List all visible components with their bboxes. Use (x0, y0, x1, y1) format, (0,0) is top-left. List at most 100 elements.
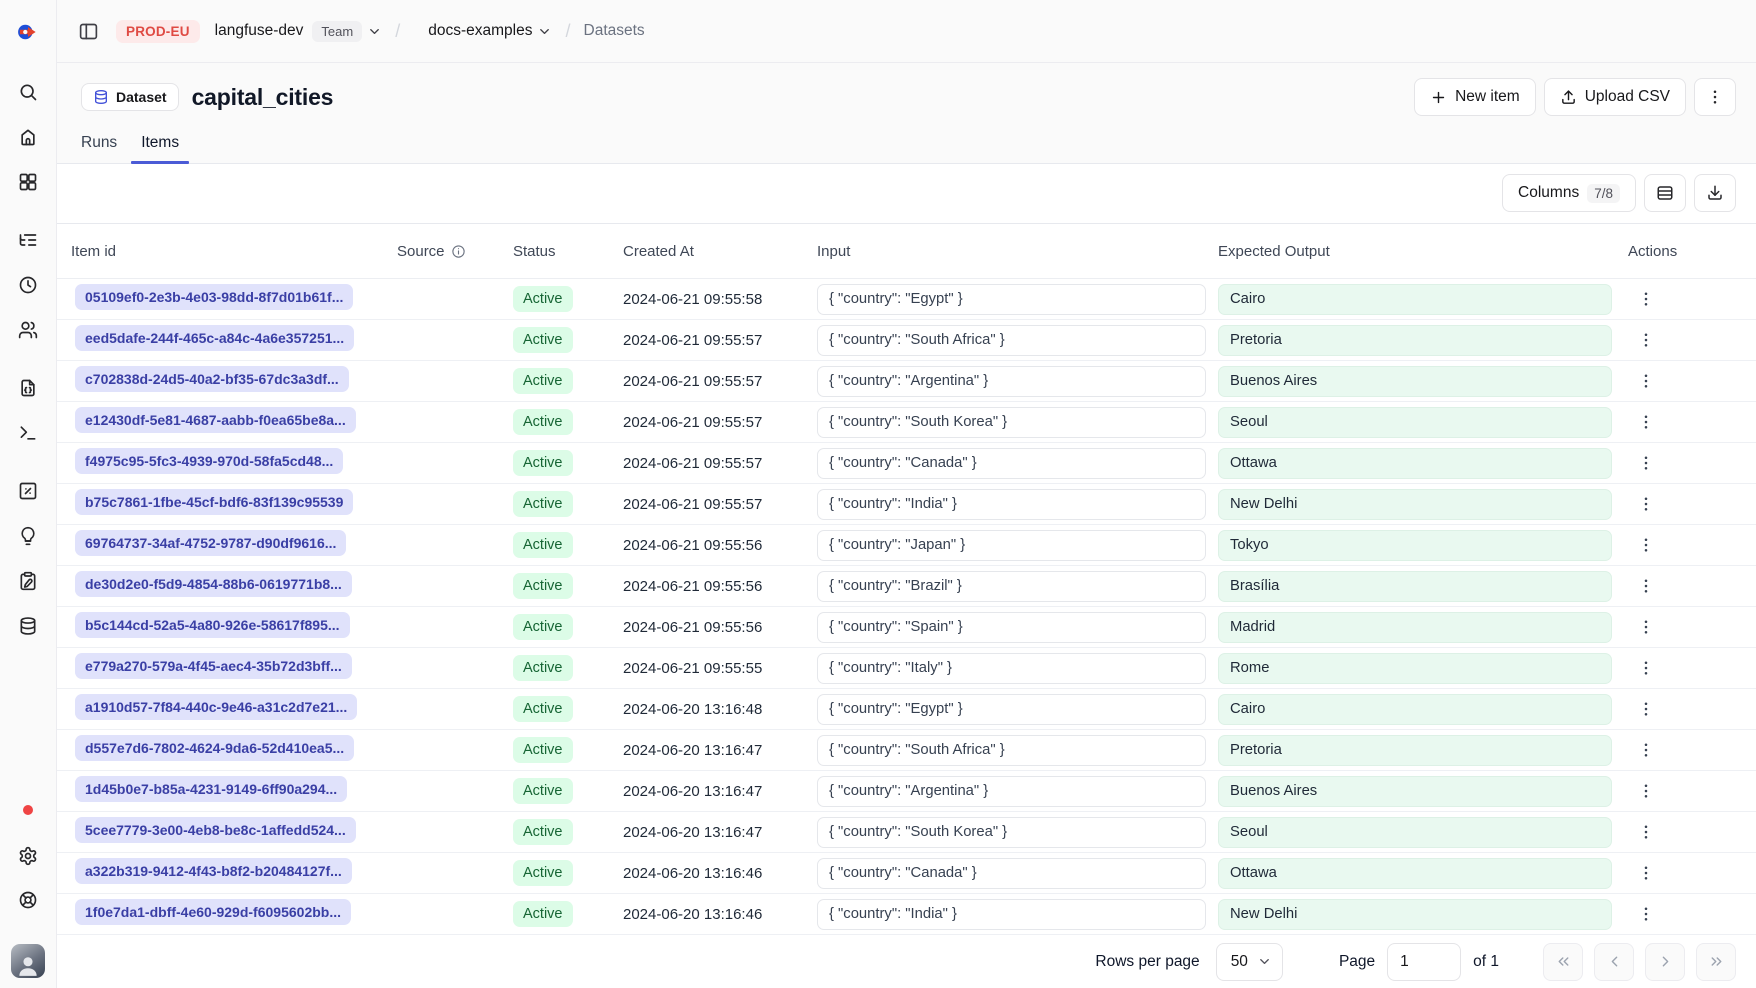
input-cell[interactable]: { "country": "Canada" } (817, 448, 1206, 479)
first-page-button[interactable] (1543, 943, 1583, 981)
sidebar-item-terminal[interactable] (10, 415, 46, 451)
item-id-link[interactable]: a322b319-9412-4f43-b8f2-b20484127f... (75, 858, 352, 884)
expected-output-cell[interactable]: Tokyo (1218, 530, 1612, 561)
item-id-link[interactable]: d557e7d6-7802-4624-9da6-52d410ea5... (75, 735, 354, 761)
new-item-button[interactable]: New item (1414, 78, 1536, 116)
expected-output-cell[interactable]: Ottawa (1218, 448, 1612, 479)
expected-output-cell[interactable]: Buenos Aires (1218, 776, 1612, 807)
col-source[interactable]: Source (397, 243, 513, 260)
input-cell[interactable]: { "country": "South Korea" } (817, 817, 1206, 848)
tab-items[interactable]: Items (131, 125, 189, 163)
item-id-link[interactable]: b5c144cd-52a5-4a80-926e-58617f895... (75, 612, 350, 638)
item-id-link[interactable]: 1d45b0e7-b85a-4231-9149-6ff90a294... (75, 776, 347, 802)
col-status[interactable]: Status (513, 243, 623, 260)
sidebar-item-file-json[interactable] (10, 370, 46, 406)
upload-csv-button[interactable]: Upload CSV (1544, 78, 1686, 116)
input-cell[interactable]: { "country": "India" } (817, 489, 1206, 520)
row-actions-button[interactable] (1628, 406, 1664, 438)
user-avatar[interactable] (11, 944, 45, 978)
sidebar-item-database[interactable] (10, 608, 46, 644)
input-cell[interactable]: { "country": "South Korea" } (817, 407, 1206, 438)
expected-output-cell[interactable]: Cairo (1218, 284, 1612, 315)
sidebar-item-home[interactable] (10, 119, 46, 155)
item-id-link[interactable]: 69764737-34af-4752-9787-d90df9616... (75, 530, 346, 556)
item-id-link[interactable]: a1910d57-7f84-440c-9e46-a31c2d7e21... (75, 694, 357, 720)
item-id-link[interactable]: de30d2e0-f5d9-4854-88b6-0619771b8... (75, 571, 352, 597)
input-cell[interactable]: { "country": "Spain" } (817, 612, 1206, 643)
sidebar-item-users[interactable] (10, 312, 46, 348)
expected-output-cell[interactable]: Brasília (1218, 571, 1612, 602)
sidebar-item-lightbulb[interactable] (10, 518, 46, 554)
row-actions-button[interactable] (1628, 734, 1664, 766)
row-actions-button[interactable] (1628, 816, 1664, 848)
sidebar-item-layout-grid[interactable] (10, 164, 46, 200)
export-button[interactable] (1694, 174, 1736, 212)
expected-output-cell[interactable]: Rome (1218, 653, 1612, 684)
page-number-input[interactable] (1387, 943, 1461, 981)
item-id-link[interactable]: e779a270-579a-4f45-aec4-35b72d3bff... (75, 653, 352, 679)
input-cell[interactable]: { "country": "Argentina" } (817, 366, 1206, 397)
expected-output-cell[interactable]: Seoul (1218, 817, 1612, 848)
col-item-id[interactable]: Item id (71, 243, 397, 260)
row-actions-button[interactable] (1628, 857, 1664, 889)
input-cell[interactable]: { "country": "South Africa" } (817, 325, 1206, 356)
row-actions-button[interactable] (1628, 283, 1664, 315)
sidebar-item-support[interactable] (10, 882, 46, 918)
input-cell[interactable]: { "country": "Brazil" } (817, 571, 1206, 602)
previous-page-button[interactable] (1594, 943, 1634, 981)
tab-runs[interactable]: Runs (71, 125, 127, 163)
expected-output-cell[interactable]: New Delhi (1218, 899, 1612, 930)
sidebar-item-clipboard-pen[interactable] (10, 563, 46, 599)
input-cell[interactable]: { "country": "Argentina" } (817, 776, 1206, 807)
input-cell[interactable]: { "country": "Japan" } (817, 530, 1206, 561)
input-cell[interactable]: { "country": "South Africa" } (817, 735, 1206, 766)
item-id-link[interactable]: 5cee7779-3e00-4eb8-be8c-1affedd524... (75, 817, 356, 843)
input-cell[interactable]: { "country": "India" } (817, 899, 1206, 930)
item-id-link[interactable]: f4975c95-5fc3-4939-970d-58fa5cd48... (75, 448, 343, 474)
row-actions-button[interactable] (1628, 775, 1664, 807)
input-cell[interactable]: { "country": "Egypt" } (817, 694, 1206, 725)
expected-output-cell[interactable]: Madrid (1218, 612, 1612, 643)
rows-per-page-select[interactable]: 50 (1216, 943, 1283, 981)
item-id-link[interactable]: b75c7861-1fbe-45cf-bdf6-83f139c95539 (75, 489, 353, 515)
sidebar-item-list-tree[interactable] (10, 222, 46, 258)
expected-output-cell[interactable]: Buenos Aires (1218, 366, 1612, 397)
project-switcher-chevron[interactable] (537, 24, 552, 39)
col-expected-output[interactable]: Expected Output (1218, 243, 1620, 260)
sidebar-item-square-percent[interactable] (10, 473, 46, 509)
row-actions-button[interactable] (1628, 898, 1664, 930)
columns-button[interactable]: Columns 7/8 (1502, 174, 1636, 212)
langfuse-logo[interactable] (0, 0, 56, 63)
input-cell[interactable]: { "country": "Italy" } (817, 653, 1206, 684)
sidebar-item-settings[interactable] (10, 838, 46, 874)
last-page-button[interactable] (1696, 943, 1736, 981)
input-cell[interactable]: { "country": "Canada" } (817, 858, 1206, 889)
col-created-at[interactable]: Created At (623, 243, 817, 260)
expected-output-cell[interactable]: Seoul (1218, 407, 1612, 438)
expected-output-cell[interactable]: New Delhi (1218, 489, 1612, 520)
item-id-link[interactable]: 05109ef0-2e3b-4e03-98dd-8f7d01b61f... (75, 284, 353, 310)
next-page-button[interactable] (1645, 943, 1685, 981)
sidebar-item-search[interactable] (10, 74, 46, 110)
row-actions-button[interactable] (1628, 529, 1664, 561)
row-actions-button[interactable] (1628, 324, 1664, 356)
dataset-menu-button[interactable] (1694, 78, 1736, 116)
expected-output-cell[interactable]: Pretoria (1218, 735, 1612, 766)
row-actions-button[interactable] (1628, 693, 1664, 725)
row-actions-button[interactable] (1628, 447, 1664, 479)
row-height-button[interactable] (1644, 174, 1686, 212)
expected-output-cell[interactable]: Cairo (1218, 694, 1612, 725)
row-actions-button[interactable] (1628, 365, 1664, 397)
item-id-link[interactable]: 1f0e7da1-dbff-4e60-929d-f6095602bb... (75, 899, 351, 925)
project-name[interactable]: docs-examples (428, 22, 532, 40)
row-actions-button[interactable] (1628, 570, 1664, 602)
item-id-link[interactable]: c702838d-24d5-40a2-bf35-67dc3a3df... (75, 366, 349, 392)
row-actions-button[interactable] (1628, 488, 1664, 520)
row-actions-button[interactable] (1628, 652, 1664, 684)
row-actions-button[interactable] (1628, 611, 1664, 643)
expected-output-cell[interactable]: Pretoria (1218, 325, 1612, 356)
sidebar-toggle-button[interactable] (70, 13, 106, 49)
input-cell[interactable]: { "country": "Egypt" } (817, 284, 1206, 315)
sidebar-item-clock[interactable] (10, 267, 46, 303)
item-id-link[interactable]: eed5dafe-244f-465c-a84c-4a6e357251... (75, 325, 354, 351)
